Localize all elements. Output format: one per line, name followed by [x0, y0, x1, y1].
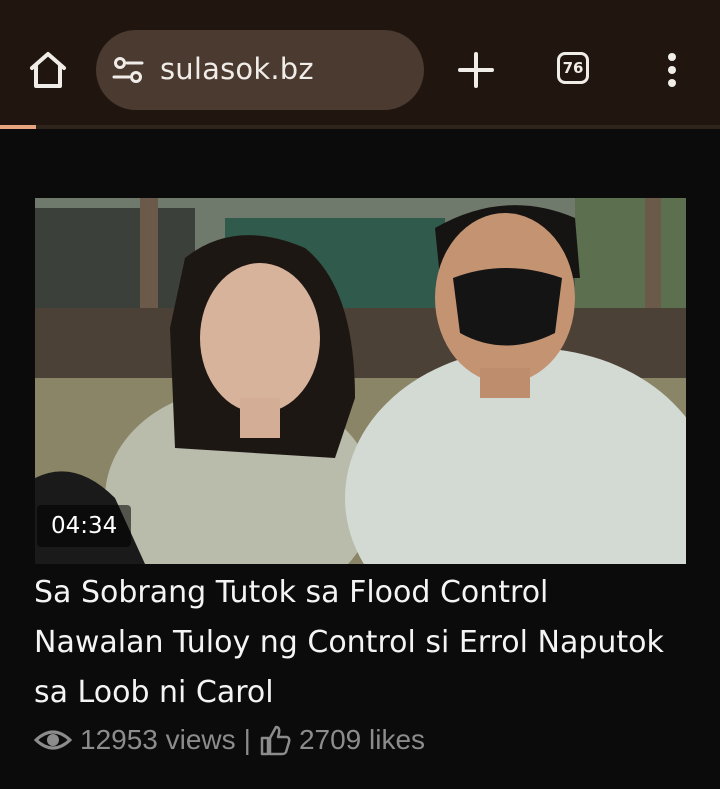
browser-toolbar: sulasok.bz 76 [0, 0, 720, 129]
video-stats: 12953 views | 2709 likes [34, 720, 425, 760]
page-load-progress-fill [0, 125, 36, 129]
address-bar[interactable]: sulasok.bz [96, 30, 424, 110]
more-vert-icon [668, 53, 676, 87]
tab-count: 76 [562, 59, 584, 77]
tune-icon[interactable] [112, 56, 144, 84]
eye-icon [34, 730, 72, 750]
stats-separator: | [243, 724, 251, 755]
video-title-line: Sa Sobrang Tutok sa Flood Control [34, 575, 549, 610]
video-title-line: Nawalan Tuloy ng Control si Errol Naputo… [34, 625, 664, 660]
thumbs-up-icon[interactable] [259, 724, 291, 756]
video-thumbnail[interactable] [35, 198, 686, 564]
thumbnail-image [35, 198, 686, 564]
likes-count: 2709 likes [298, 724, 426, 755]
more-menu-button[interactable] [660, 50, 684, 90]
page-load-progress [0, 125, 720, 129]
home-icon [30, 52, 66, 88]
home-button[interactable] [26, 48, 70, 92]
new-tab-button[interactable] [456, 50, 496, 90]
plus-icon [458, 52, 494, 88]
video-title[interactable]: Sa Sobrang Tutok sa Flood Control Nawala… [34, 568, 704, 718]
video-title-line: sa Loob ni Carol [34, 675, 274, 710]
views-count: 12953 views [80, 724, 236, 755]
tab-switcher-button[interactable]: 76 [557, 52, 589, 84]
url-text[interactable]: sulasok.bz [160, 52, 314, 86]
video-duration-badge: 04:34 [37, 505, 132, 547]
